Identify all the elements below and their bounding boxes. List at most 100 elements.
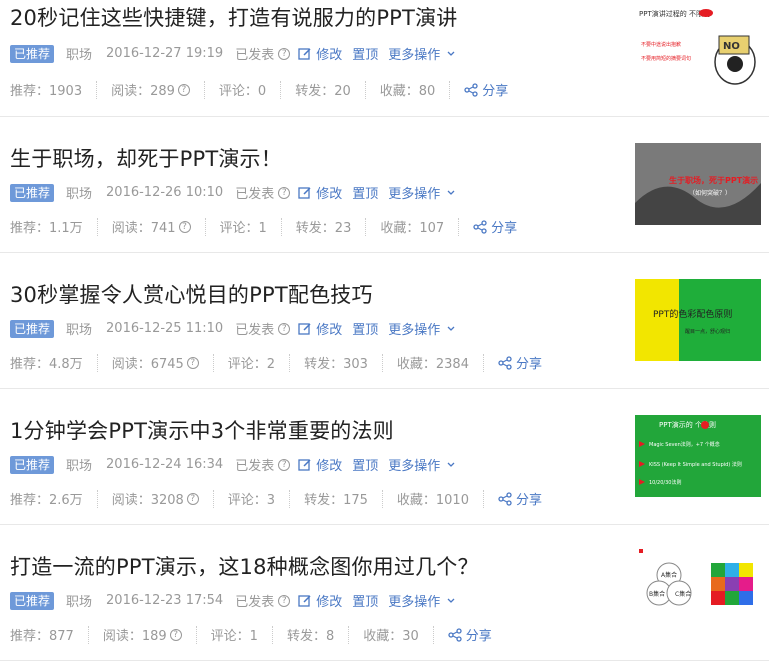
edit-icon bbox=[298, 322, 311, 335]
share-button[interactable]: 分享 bbox=[448, 625, 492, 644]
article-stats: 推荐：1.1万 阅读：741? 评论：1 转发：23 收藏：107 分享 bbox=[10, 217, 517, 236]
recommend-count: 推荐：1903 bbox=[10, 80, 98, 99]
article-item: 30秒掌握令人赏心悦目的PPT配色技巧 已推荐 职场 2016-12-25 11… bbox=[0, 253, 769, 389]
help-icon[interactable]: ? bbox=[278, 47, 291, 60]
pin-button[interactable]: 置顶 bbox=[352, 183, 378, 202]
article-item: 生于职场，却死于PPT演示！ 已推荐 职场 2016-12-26 10:10 已… bbox=[0, 117, 769, 253]
edit-button[interactable]: 修改 bbox=[298, 455, 342, 474]
edit-button[interactable]: 修改 bbox=[298, 44, 342, 63]
article-thumbnail[interactable]: PPT的色彩配色原则 醒目一点，舒心观归 bbox=[635, 279, 761, 361]
svg-text:（如何突破？）: （如何突破？） bbox=[689, 189, 731, 197]
article-meta: 已推荐 职场 2016-12-23 17:54 已发表 ? 修改 置顶 更多操作 bbox=[10, 591, 466, 610]
more-actions-button[interactable]: 更多操作 bbox=[388, 455, 456, 474]
svg-text:A集合: A集合 bbox=[661, 571, 677, 579]
comment-count: 评论：0 bbox=[219, 80, 282, 99]
recommended-badge: 已推荐 bbox=[10, 455, 55, 474]
read-count: 阅读：741? bbox=[112, 217, 206, 236]
article-title[interactable]: 20秒记住这些快捷键，打造有说服力的PPT演讲 bbox=[10, 2, 457, 32]
share-icon bbox=[473, 219, 487, 234]
article-date: 2016-12-24 16:34 bbox=[106, 457, 224, 472]
article-thumbnail[interactable]: A集合 B集合 C集合 bbox=[635, 547, 761, 629]
help-icon[interactable]: ? bbox=[278, 594, 291, 607]
forward-count: 转发：303 bbox=[304, 353, 383, 372]
comment-count: 评论：3 bbox=[228, 489, 291, 508]
forward-count: 转发：175 bbox=[304, 489, 383, 508]
article-category: 职场 bbox=[66, 595, 93, 610]
recommended-badge: 已推荐 bbox=[10, 319, 55, 338]
article-date: 2016-12-26 10:10 bbox=[106, 185, 224, 200]
article-thumbnail[interactable]: PPT演讲过程的 不限制 不要中途说出抱歉 不要用简短的摘要词句 NO bbox=[635, 4, 761, 86]
read-count-text: 阅读：289 bbox=[111, 84, 175, 99]
article-meta: 已推荐 职场 2016-12-24 16:34 已发表 ? 修改 置顶 更多操作 bbox=[10, 455, 466, 474]
more-actions-button[interactable]: 更多操作 bbox=[388, 319, 456, 338]
read-count: 阅读：6745? bbox=[111, 353, 214, 372]
edit-button[interactable]: 修改 bbox=[298, 183, 342, 202]
share-button[interactable]: 分享 bbox=[473, 217, 517, 236]
edit-label: 修改 bbox=[316, 48, 343, 63]
collect-count: 收藏：30 bbox=[363, 625, 434, 644]
pin-button[interactable]: 置顶 bbox=[352, 44, 378, 63]
help-icon[interactable]: ? bbox=[278, 186, 291, 199]
more-actions-label: 更多操作 bbox=[388, 595, 441, 610]
svg-text:NO: NO bbox=[723, 41, 740, 52]
pin-button[interactable]: 置顶 bbox=[352, 591, 378, 610]
edit-label: 修改 bbox=[316, 459, 343, 474]
article-date: 2016-12-27 19:19 bbox=[106, 46, 224, 61]
forward-count: 转发：23 bbox=[296, 217, 367, 236]
help-icon[interactable]: ? bbox=[186, 492, 199, 505]
article-stats: 推荐：4.8万 阅读：6745? 评论：2 转发：303 收藏：2384 分享 bbox=[10, 353, 542, 372]
svg-text:不要用简短的摘要词句: 不要用简短的摘要词句 bbox=[641, 55, 691, 62]
article-item: 1分钟学会PPT演示中3个非常重要的法则 已推荐 职场 2016-12-24 1… bbox=[0, 389, 769, 525]
article-date: 2016-12-25 11:10 bbox=[106, 321, 224, 336]
more-actions-label: 更多操作 bbox=[388, 187, 441, 202]
recommend-count: 推荐：2.6万 bbox=[10, 489, 98, 508]
edit-button[interactable]: 修改 bbox=[298, 591, 342, 610]
comment-count: 评论：1 bbox=[220, 217, 282, 236]
edit-button[interactable]: 修改 bbox=[298, 319, 342, 338]
help-icon[interactable]: ? bbox=[278, 458, 291, 471]
share-label: 分享 bbox=[515, 357, 542, 372]
article-category: 职场 bbox=[66, 187, 93, 202]
read-count: 阅读：3208? bbox=[111, 489, 214, 508]
more-actions-button[interactable]: 更多操作 bbox=[388, 591, 456, 610]
article-title[interactable]: 打造一流的PPT演示，这18种概念图你用过几个？ bbox=[10, 551, 479, 581]
article-meta: 已推荐 职场 2016-12-26 10:10 已发表 ? 修改 置顶 更多操作 bbox=[10, 183, 466, 202]
more-actions-button[interactable]: 更多操作 bbox=[388, 183, 456, 202]
help-icon[interactable]: ? bbox=[178, 220, 191, 233]
article-title[interactable]: 生于职场，却死于PPT演示！ bbox=[10, 143, 282, 173]
help-icon[interactable]: ? bbox=[177, 83, 190, 96]
pin-button[interactable]: 置顶 bbox=[352, 319, 378, 338]
share-button[interactable]: 分享 bbox=[498, 489, 542, 508]
article-thumbnail[interactable]: 生于职场，死于PPT演示 （如何突破？） bbox=[635, 143, 761, 225]
share-button[interactable]: 分享 bbox=[464, 80, 508, 99]
read-count-text: 阅读：189 bbox=[102, 629, 167, 644]
help-icon[interactable]: ? bbox=[278, 322, 291, 335]
article-category: 职场 bbox=[66, 323, 93, 338]
edit-icon bbox=[298, 47, 311, 60]
publish-status: 已发表 bbox=[235, 187, 275, 202]
help-icon[interactable]: ? bbox=[169, 628, 182, 641]
comment-count: 评论：1 bbox=[211, 625, 273, 644]
thumbnail-image: PPT演讲过程的 不限制 不要中途说出抱歉 不要用简短的摘要词句 NO bbox=[639, 9, 756, 85]
article-stats: 推荐：877 阅读：189? 评论：1 转发：8 收藏：30 分享 bbox=[10, 625, 492, 644]
share-button[interactable]: 分享 bbox=[498, 353, 542, 372]
svg-text:Magic Seven法则，+7 个概念: Magic Seven法则，+7 个概念 bbox=[649, 441, 720, 448]
article-item: 打造一流的PPT演示，这18种概念图你用过几个？ 已推荐 职场 2016-12-… bbox=[0, 525, 769, 661]
publish-status: 已发表 bbox=[235, 595, 275, 610]
more-actions-label: 更多操作 bbox=[388, 323, 441, 338]
article-meta: 已推荐 职场 2016-12-27 19:19 已发表 ? 修改 置顶 更多操作 bbox=[10, 44, 466, 63]
read-count-text: 阅读：3208 bbox=[111, 493, 184, 508]
recommend-count: 推荐：1.1万 bbox=[10, 217, 98, 236]
pin-button[interactable]: 置顶 bbox=[352, 455, 378, 474]
share-icon bbox=[498, 491, 512, 506]
article-thumbnail[interactable]: PPT演示的 个法则 Magic Seven法则，+7 个概念 KISS (Ke… bbox=[635, 415, 761, 497]
svg-text:生于职场，死于PPT演示: 生于职场，死于PPT演示 bbox=[669, 175, 758, 185]
article-title[interactable]: 1分钟学会PPT演示中3个非常重要的法则 bbox=[10, 415, 394, 445]
help-icon[interactable]: ? bbox=[186, 356, 199, 369]
read-count-text: 阅读：6745 bbox=[111, 357, 184, 372]
article-title[interactable]: 30秒掌握令人赏心悦目的PPT配色技巧 bbox=[10, 279, 373, 309]
thumbnail-image: PPT演示的 个法则 Magic Seven法则，+7 个概念 KISS (Ke… bbox=[635, 415, 761, 497]
more-actions-button[interactable]: 更多操作 bbox=[388, 44, 456, 63]
share-label: 分享 bbox=[465, 629, 492, 644]
read-count: 阅读：289? bbox=[111, 80, 205, 99]
